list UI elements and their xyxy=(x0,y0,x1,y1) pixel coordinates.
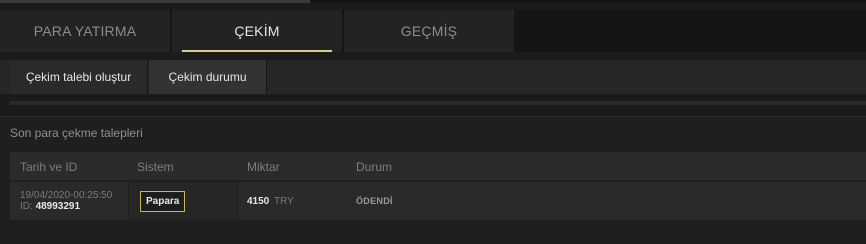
header-status: Durum xyxy=(356,160,393,174)
header-system: Sistem xyxy=(137,160,174,174)
system-badge: Papara xyxy=(140,191,186,212)
tab-withdraw-label: ÇEKİM xyxy=(234,23,280,39)
subtab-withdrawal-status[interactable]: Çekim durumu xyxy=(149,60,267,94)
tab-history[interactable]: GEÇMİŞ xyxy=(344,10,514,52)
header-date: Tarih ve ID xyxy=(20,160,78,174)
active-tab-underline xyxy=(182,50,332,52)
row-status: ÖDENDİ xyxy=(356,196,393,206)
top-strip-segment xyxy=(0,0,310,3)
tab-deposit[interactable]: PARA YATIRMA xyxy=(0,10,170,52)
row-date: 19/04/2020-00:25:50 xyxy=(20,190,113,201)
row-amount-value: 4150 xyxy=(247,196,270,207)
top-strip xyxy=(0,0,866,3)
row-amount: 4150 TRY xyxy=(247,196,294,207)
row-id-label: ID: xyxy=(20,201,33,212)
tab-withdraw[interactable]: ÇEKİM xyxy=(172,10,342,52)
row-id: ID: 48993291 xyxy=(20,201,80,212)
tab-deposit-label: PARA YATIRMA xyxy=(33,23,137,39)
subtab-create-label: Çekim talebi oluştur xyxy=(25,70,132,84)
header-amount: Miktar xyxy=(247,160,280,174)
subtab-divider xyxy=(10,101,866,105)
subtab-status-label: Çekim durumu xyxy=(168,70,247,84)
row-currency: TRY xyxy=(274,196,294,207)
panel-title: Son para çekme talepleri xyxy=(10,126,143,140)
sub-tabbar: Çekim talebi oluştur Çekim durumu xyxy=(0,60,866,94)
table-row[interactable]: 19/04/2020-00:25:50 ID: 48993291 Papara … xyxy=(10,182,866,220)
table-header: Tarih ve ID Sistem Miktar Durum xyxy=(10,152,866,180)
tab-history-label: GEÇMİŞ xyxy=(400,23,458,39)
recent-withdrawals-panel: Son para çekme talepleri Tarih ve ID Sis… xyxy=(0,116,866,244)
row-id-value: 48993291 xyxy=(35,201,81,212)
row-system-cell: Papara xyxy=(128,182,238,220)
main-tabbar: PARA YATIRMA ÇEKİM GEÇMİŞ xyxy=(0,10,866,52)
subtab-create-withdrawal[interactable]: Çekim talebi oluştur xyxy=(10,60,148,94)
